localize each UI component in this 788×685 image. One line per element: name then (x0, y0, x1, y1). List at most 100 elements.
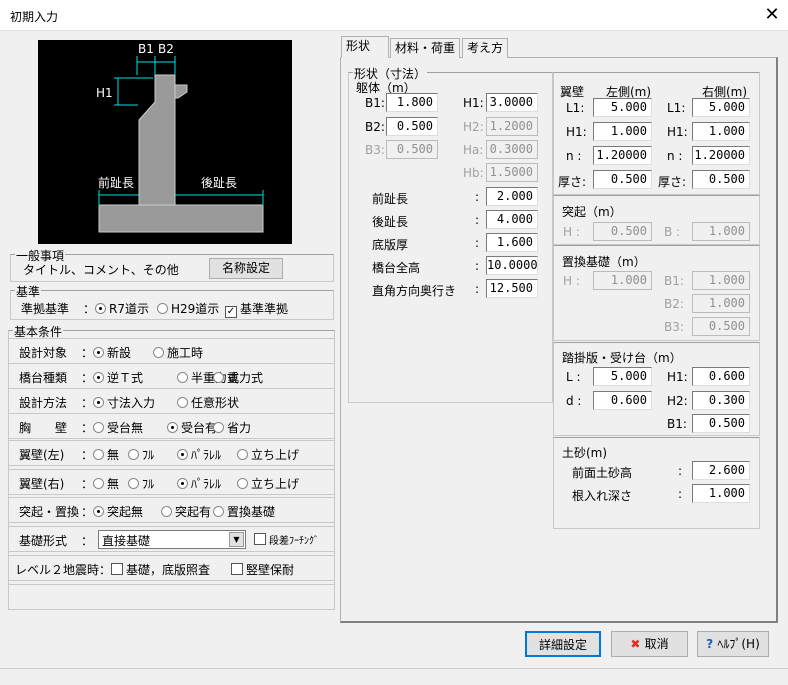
approach-l-input[interactable]: 5.000 (593, 367, 652, 386)
radio-option[interactable]: ﾊﾟﾗﾚﾙ (177, 475, 221, 492)
b2-input[interactable]: 0.500 (386, 117, 438, 136)
wing-right-input[interactable]: 1.000 (692, 122, 750, 141)
foundation-check-checkbox[interactable]: 基礎，底版照査 (111, 561, 210, 578)
radio-option[interactable]: 受台有 (167, 419, 217, 436)
approach-h1-label: H1: (667, 370, 688, 384)
tab-approach[interactable]: 考え方 (462, 38, 509, 58)
shape-row-input[interactable]: 10.0000 (486, 256, 538, 275)
b1-input[interactable]: 1.800 (386, 93, 438, 112)
replace-b2-input: 1.000 (692, 294, 750, 313)
approach-h1-input[interactable]: 0.600 (692, 367, 750, 386)
wall-ductility-checkbox[interactable]: 竪壁保耐 (231, 561, 294, 578)
radio-label: 新設 (107, 346, 132, 360)
radio-option[interactable]: 重力式 (213, 369, 263, 386)
radio-label: 任意形状 (191, 396, 240, 410)
checkbox-label: 竪壁保耐 (246, 563, 295, 577)
radio-option[interactable]: 省力 (213, 419, 251, 436)
cancel-button[interactable]: ✖ 取消 (611, 631, 688, 657)
level2-row: レベル２地震時： 基礎，底版照査 竪壁保耐 (8, 555, 335, 581)
radio-label: 立ち上げ (251, 448, 300, 462)
radio-option[interactable]: 突起有 (161, 503, 211, 520)
embed-depth-input[interactable]: 1.000 (692, 484, 750, 503)
foundation-select[interactable]: 直接基礎 ▼ (98, 530, 246, 549)
radio-option[interactable]: 無 (93, 446, 119, 463)
radio-icon (128, 449, 139, 460)
radio-r7[interactable]: R7道示 (95, 300, 149, 317)
colon: : (678, 487, 683, 501)
wing-left-input[interactable]: 1.20000 (593, 146, 652, 165)
basic-row: 突起・置換： 突起無 突起有 置換基礎 (8, 497, 335, 523)
shape-row-label: 橋台全高 (372, 261, 421, 275)
tab-materials-loads[interactable]: 材料・荷重 (390, 38, 461, 58)
radio-option[interactable]: 受台無 (93, 419, 143, 436)
radio-label: 受台無 (107, 421, 144, 435)
shape-row-label: 直角方向奥行き (372, 284, 457, 298)
radio-icon (177, 478, 188, 489)
wing-left-label: n : (566, 149, 582, 163)
name-settings-button[interactable]: 名称設定 (209, 258, 283, 279)
checkbox-icon (254, 533, 266, 545)
front-soil-input[interactable]: 2.600 (692, 461, 750, 480)
wing-right-input[interactable]: 0.500 (692, 170, 750, 189)
replace-b3-label: B3: (664, 320, 684, 334)
standard-compliance-checkbox[interactable]: ✓ 基準準拠 (225, 300, 288, 318)
radio-option[interactable]: 立ち上げ (237, 446, 299, 463)
shape-row-label: 後趾長 (372, 215, 409, 229)
approach-d-input[interactable]: 0.600 (593, 391, 652, 410)
foundation-row: 基礎形式 ： 直接基礎 ▼ 段差ﾌｰﾁﾝｸﾞ (8, 526, 335, 552)
shape-row-input[interactable]: 1.600 (486, 233, 538, 252)
radio-option[interactable]: ﾌﾙ (128, 446, 154, 463)
help-button[interactable]: ? ﾍﾙﾌﾟ(H) (697, 631, 769, 657)
h1-input[interactable]: 3.0000 (486, 93, 538, 112)
radio-option[interactable]: ﾌﾙ (128, 475, 154, 492)
radio-option[interactable]: 立ち上げ (237, 475, 299, 492)
radio-option[interactable]: 置換基礎 (213, 503, 275, 520)
wing-right-input[interactable]: 5.000 (692, 98, 750, 117)
colon: ： (81, 477, 94, 491)
approach-h2-input[interactable]: 0.300 (692, 391, 750, 410)
colon: : (475, 236, 480, 250)
radio-option[interactable]: ﾊﾟﾗﾚﾙ (177, 446, 221, 463)
radio-option[interactable]: 突起無 (93, 503, 143, 520)
shape-row-input[interactable]: 4.000 (486, 210, 538, 229)
wing-left-input[interactable]: 0.500 (593, 170, 652, 189)
close-icon[interactable]: ✕ (762, 4, 782, 25)
general-group: 一般事項 タイトル、コメント、その他 名称設定 (10, 247, 334, 282)
radio-option[interactable]: 逆Ｔ式 (93, 369, 143, 386)
wing-left-input[interactable]: 5.000 (593, 98, 652, 117)
wing-right-input[interactable]: 1.20000 (692, 146, 750, 165)
radio-icon (177, 372, 188, 383)
radio-label: 重力式 (227, 371, 264, 385)
radio-icon (95, 303, 106, 314)
radio-label: R7道示 (109, 302, 149, 316)
radio-icon (93, 449, 104, 460)
radio-icon (93, 372, 104, 383)
checkbox-label: 基礎，底版照査 (126, 563, 211, 577)
standard-title: 基準 (15, 283, 42, 300)
shape-row-input[interactable]: 2.000 (486, 187, 538, 206)
basic-row: 橋台種類：逆Ｔ式半重力式重力式 (8, 363, 335, 389)
wing-left-input[interactable]: 1.000 (593, 122, 652, 141)
shape-row-input[interactable]: 12.500 (486, 279, 538, 298)
ha-input: 0.3000 (486, 140, 538, 159)
basic-row: 胸 壁 ： 受台無 受台有 省力 (8, 413, 335, 439)
radio-icon (93, 397, 104, 408)
radio-option[interactable]: 施工時 (153, 344, 203, 361)
radio-option[interactable]: 任意形状 (177, 394, 239, 411)
detail-settings-button[interactable]: 詳細設定 (525, 631, 601, 657)
tab-shape[interactable]: 形状 (341, 36, 389, 58)
row-label: 設計対象 (19, 346, 68, 360)
radio-label: 逆Ｔ式 (107, 371, 144, 385)
chevron-down-icon[interactable]: ▼ (229, 532, 244, 547)
step-footing-checkbox[interactable]: 段差ﾌｰﾁﾝｸﾞ (254, 532, 319, 547)
radio-option[interactable]: 新設 (93, 344, 131, 361)
approach-b1-input[interactable]: 0.500 (692, 414, 750, 433)
h1-label: H1 (96, 86, 113, 100)
radio-option[interactable]: 無 (93, 475, 119, 492)
radio-h29[interactable]: H29道示 (157, 300, 219, 317)
window-title: 初期入力 (10, 10, 59, 24)
radio-option[interactable]: 寸法入力 (93, 394, 155, 411)
colon: ： (81, 448, 94, 462)
wing-right-label: L1: (667, 101, 686, 115)
h1-label: H1: (463, 96, 484, 110)
